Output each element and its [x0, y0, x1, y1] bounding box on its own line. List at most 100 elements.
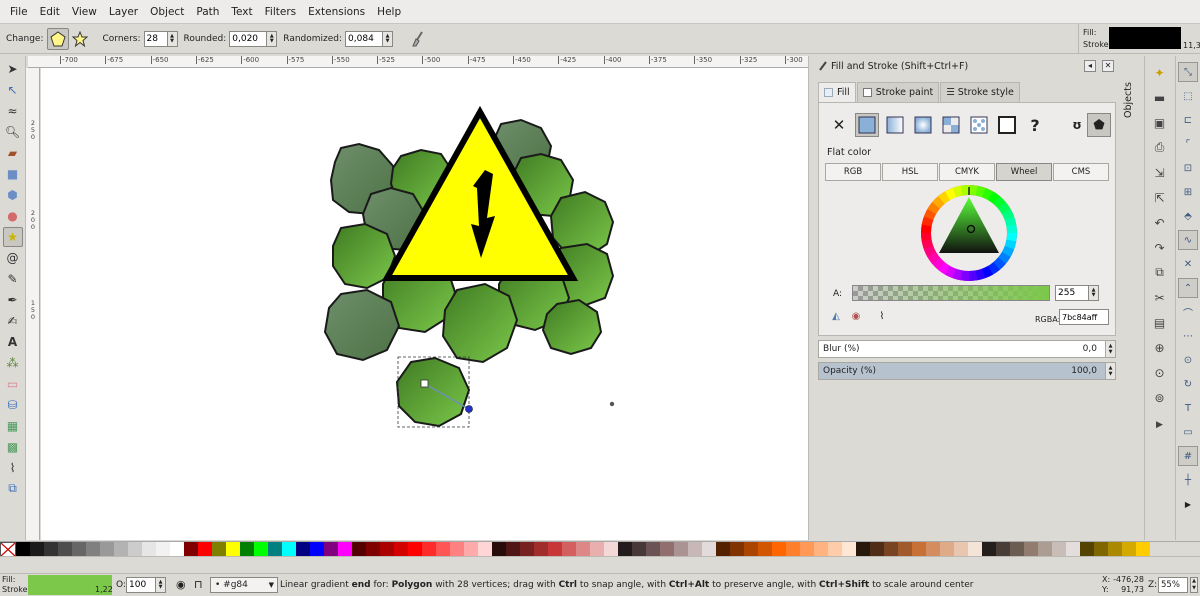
hue-ring-segment[interactable]: [927, 251, 940, 264]
hue-ring-segment[interactable]: [987, 262, 1000, 275]
hue-ring-segment[interactable]: [1004, 216, 1017, 227]
palette-swatch[interactable]: [982, 542, 996, 557]
hue-ring-segment[interactable]: [938, 191, 951, 204]
lock-icon[interactable]: ⊓: [194, 578, 203, 591]
zoom-input[interactable]: 55%: [1158, 577, 1188, 593]
palette-swatch[interactable]: [912, 542, 926, 557]
bush-blob[interactable]: [441, 282, 519, 364]
snap-rotation-center[interactable]: ↻: [1178, 374, 1198, 394]
rectangle-tool[interactable]: ■: [3, 164, 23, 184]
snap-bbox-edges[interactable]: ⊏: [1178, 110, 1198, 130]
palette-swatch[interactable]: [100, 542, 114, 557]
dropper-tool[interactable]: ⌇: [3, 458, 23, 478]
palette-swatch[interactable]: [758, 542, 772, 557]
hue-ring-segment[interactable]: [944, 265, 957, 279]
menu-help[interactable]: Help: [371, 0, 407, 24]
palette-swatch[interactable]: [212, 542, 226, 557]
bush-blob[interactable]: [323, 288, 401, 362]
rounded-input[interactable]: [229, 30, 268, 47]
rounded-spinner[interactable]: ▲▼: [229, 30, 278, 47]
hue-ring-segment[interactable]: [921, 224, 932, 234]
palette-swatch[interactable]: [142, 542, 156, 557]
save-button[interactable]: ▣: [1149, 112, 1171, 134]
export-button[interactable]: ⇱: [1149, 187, 1171, 209]
hue-ring-segment[interactable]: [927, 201, 941, 215]
snap-guides[interactable]: ┼: [1178, 470, 1198, 490]
alpha-spinner[interactable]: ▲▼: [1055, 285, 1099, 301]
palette-swatch[interactable]: [674, 542, 688, 557]
palette-swatch[interactable]: [58, 542, 72, 557]
palette-swatch[interactable]: [16, 542, 30, 557]
snap-toggle[interactable]: ⤡: [1178, 62, 1198, 82]
palette-swatch[interactable]: [492, 542, 506, 557]
randomized-input[interactable]: [345, 30, 384, 47]
palette-swatch[interactable]: [338, 542, 352, 557]
palette-swatch[interactable]: [114, 542, 128, 557]
objects-dock-tab[interactable]: Objects: [1120, 56, 1138, 146]
palette-swatch[interactable]: [156, 542, 170, 557]
menu-object[interactable]: Object: [144, 0, 190, 24]
snap-paths[interactable]: ∿: [1178, 230, 1198, 250]
hue-ring-segment[interactable]: [968, 270, 978, 281]
snap-midpoints[interactable]: ⋯: [1178, 326, 1198, 346]
corners-input[interactable]: [143, 30, 168, 47]
palette-swatch[interactable]: [1066, 542, 1080, 557]
palette-swatch[interactable]: [632, 542, 646, 557]
hue-ring-segment[interactable]: [975, 268, 986, 281]
radial-gradient-button[interactable]: [911, 113, 935, 137]
snap-cusp-nodes[interactable]: ⌃: [1178, 278, 1198, 298]
zoom-tool[interactable]: 🔍︎: [3, 122, 23, 142]
palette-swatch[interactable]: [828, 542, 842, 557]
no-paint-button[interactable]: ✕: [827, 113, 851, 137]
palette-swatch[interactable]: [506, 542, 520, 557]
palette-swatch[interactable]: [954, 542, 968, 557]
hue-ring-segment[interactable]: [993, 257, 1006, 271]
tab-fill[interactable]: Fill: [818, 82, 856, 102]
zoom-drawing-button[interactable]: ⊙: [1149, 362, 1171, 384]
palette-swatch[interactable]: [702, 542, 716, 557]
undo-button[interactable]: ↶: [1149, 212, 1171, 234]
mesh-gradient-button[interactable]: [939, 113, 963, 137]
palette-swatch[interactable]: [436, 542, 450, 557]
palette-swatch[interactable]: [800, 542, 814, 557]
palette-swatch[interactable]: [198, 542, 212, 557]
alpha-spinner-arrows[interactable]: ▲ ▼: [1089, 285, 1099, 301]
mesh-tool[interactable]: ▩: [3, 437, 23, 457]
hue-ring-segment[interactable]: [921, 232, 932, 242]
paste-button[interactable]: ▤: [1149, 312, 1171, 334]
palette-swatch[interactable]: [282, 542, 296, 557]
indicator-fill-swatch[interactable]: [1109, 27, 1181, 49]
menu-view[interactable]: View: [66, 0, 103, 24]
connector-tool[interactable]: ⧉: [3, 479, 23, 499]
palette-swatch[interactable]: [1108, 542, 1122, 557]
palette-swatch[interactable]: [590, 542, 604, 557]
hue-ring-segment[interactable]: [993, 196, 1007, 209]
snap-grid[interactable]: #: [1178, 446, 1198, 466]
randomized-spinner[interactable]: ▲▼: [345, 30, 394, 47]
blur-slider[interactable]: Blur (%) 0,0 ▲ ▼: [818, 340, 1116, 358]
palette-swatch[interactable]: [1024, 542, 1038, 557]
snap-text-baseline[interactable]: T: [1178, 398, 1198, 418]
palette-swatch[interactable]: [730, 542, 744, 557]
horizontal-scrollbar[interactable]: [0, 556, 1200, 572]
rounded-spinner-arrows[interactable]: ▲ ▼: [267, 30, 278, 47]
rgba-input[interactable]: [1059, 309, 1109, 325]
palette-swatch[interactable]: [842, 542, 856, 557]
print-button[interactable]: ⎙: [1149, 137, 1171, 159]
color-wheel[interactable]: [919, 183, 1019, 283]
zoom-selection-button[interactable]: ⊕: [1149, 337, 1171, 359]
palette-swatch[interactable]: [30, 542, 44, 557]
palette-swatch[interactable]: [394, 542, 408, 557]
palette-swatch[interactable]: [968, 542, 982, 557]
palette-swatch[interactable]: [1094, 542, 1108, 557]
linear-gradient-button[interactable]: [883, 113, 907, 137]
node-tool[interactable]: ↖: [3, 80, 23, 100]
horizontal-ruler[interactable]: -700 -675 -650 -625 -600 -575 -550 -525 -500 -475…: [28, 56, 809, 68]
palette-swatch[interactable]: [1122, 542, 1136, 557]
unset-paint-button[interactable]: ?: [1023, 113, 1047, 137]
color-managed-button[interactable]: ◭: [827, 307, 845, 325]
palette-swatch[interactable]: [268, 542, 282, 557]
palette-swatch[interactable]: [422, 542, 436, 557]
hue-ring-segment[interactable]: [981, 265, 993, 279]
3d-box-tool[interactable]: ⬢: [3, 185, 23, 205]
